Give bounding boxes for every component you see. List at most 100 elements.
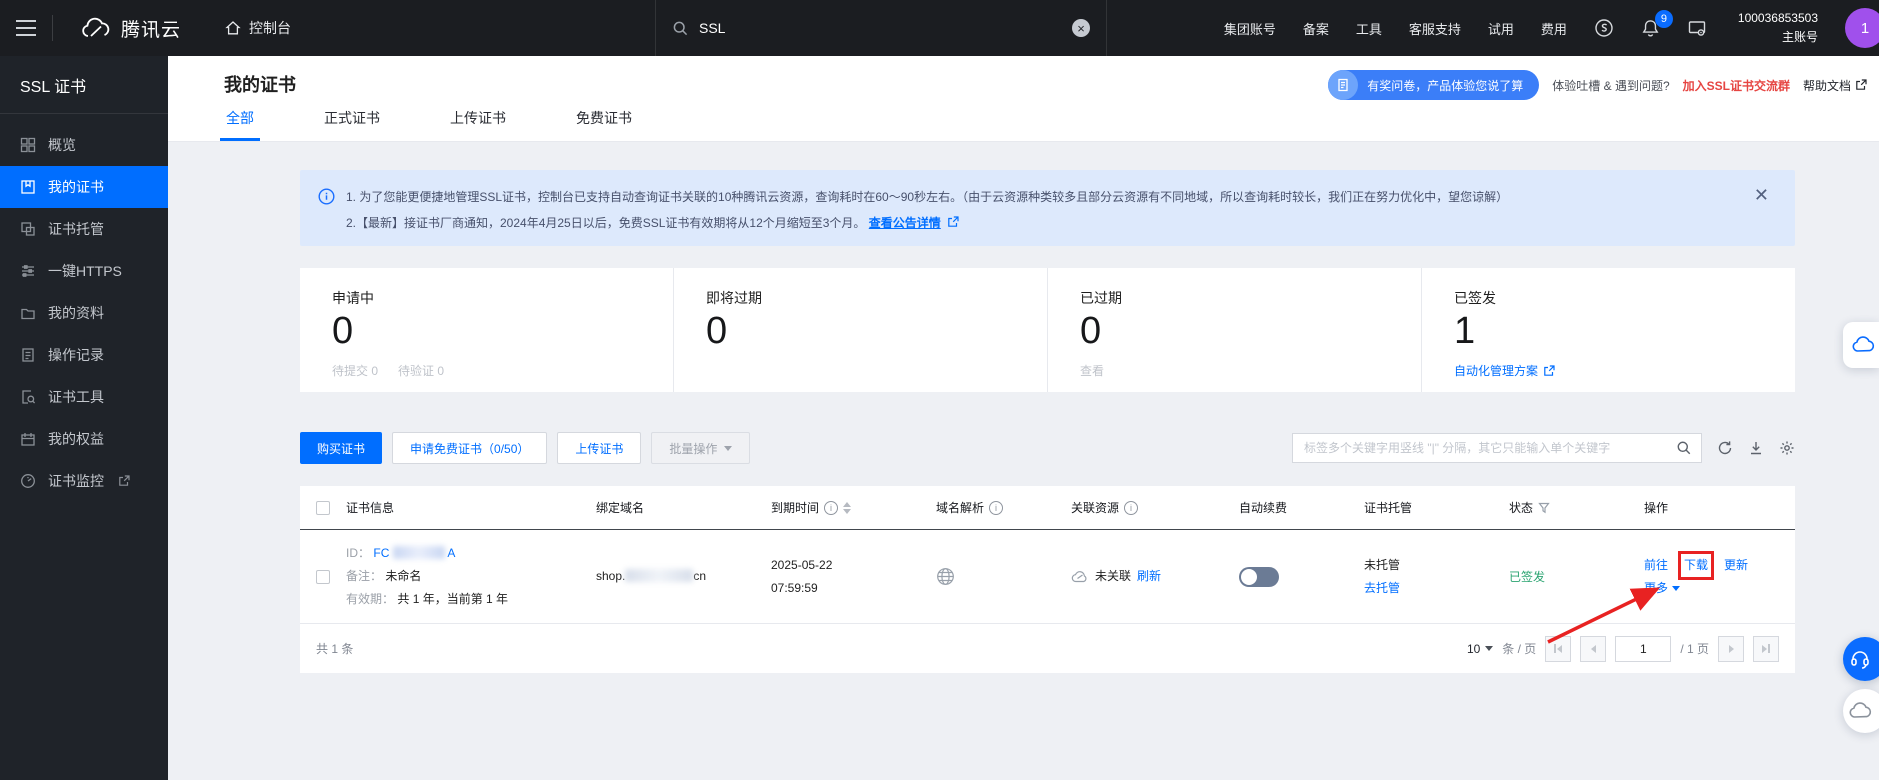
column-settings-icon[interactable]	[1779, 440, 1795, 456]
first-page-button[interactable]	[1545, 636, 1571, 662]
console-link[interactable]: 控制台	[225, 18, 291, 38]
pending-verify-count: 待验证 0	[398, 362, 444, 379]
upload-cert-button[interactable]: 上传证书	[557, 432, 641, 464]
account-info[interactable]: 100036853503 主账号	[1738, 9, 1818, 47]
overview-icon	[20, 137, 36, 153]
search-icon[interactable]	[1676, 440, 1692, 456]
batch-operation-button[interactable]: 批量操作	[651, 432, 750, 464]
column-cert-info: 证书信息	[346, 499, 596, 516]
info-icon[interactable]: i	[1124, 501, 1138, 515]
sidebar-item-label: 证书托管	[48, 219, 104, 239]
prev-page-button[interactable]	[1580, 636, 1606, 662]
cert-id: ID： FC A	[346, 542, 596, 565]
stat-cards: 申请中 0 待提交 0 待验证 0 即将过期 0 已过期 0 查看	[300, 268, 1795, 392]
more-dropdown[interactable]: 更多	[1644, 577, 1680, 600]
notifications-bell-icon[interactable]: 9	[1641, 19, 1660, 38]
topbar-item-billing[interactable]: 费用	[1541, 19, 1567, 38]
auto-renew-toggle[interactable]	[1239, 567, 1279, 587]
sidebar-item-my-benefits[interactable]: 我的权益	[0, 418, 168, 460]
tencent-cloud-logo[interactable]: 腾讯云	[81, 15, 181, 42]
page-number-input[interactable]	[1615, 636, 1671, 662]
info-icon[interactable]: i	[824, 501, 838, 515]
menu-toggle-icon[interactable]	[0, 0, 52, 56]
join-group-link[interactable]: 加入SSL证书交流群	[1683, 77, 1790, 94]
sidebar-item-operation-log[interactable]: 操作记录	[0, 334, 168, 376]
dns-cell	[936, 542, 1071, 611]
tab-uploaded-certs[interactable]: 上传证书	[448, 108, 508, 141]
topbar-item-group-account[interactable]: 集团账号	[1224, 19, 1276, 38]
cert-id-suffix[interactable]: A	[447, 546, 455, 560]
status-badge: 已签发	[1509, 568, 1644, 585]
last-page-button[interactable]	[1753, 636, 1779, 662]
cloud-assistant-widget[interactable]	[1843, 689, 1879, 733]
buy-cert-button[interactable]: 购买证书	[300, 432, 382, 464]
hosting-cell: 未托管 去托管	[1364, 542, 1509, 611]
feedback-text: 体验吐槽 & 遇到问题?	[1552, 77, 1669, 94]
global-search-input[interactable]	[699, 20, 1072, 36]
download-link[interactable]: 下载	[1684, 554, 1708, 577]
page-size-select[interactable]: 10	[1467, 642, 1493, 656]
automation-plan-link[interactable]: 自动化管理方案	[1454, 362, 1555, 379]
external-link-icon	[1855, 79, 1867, 91]
service-circle-icon[interactable]	[1594, 18, 1614, 38]
row-checkbox[interactable]	[316, 570, 330, 584]
topbar-item-tools[interactable]: 工具	[1356, 19, 1382, 38]
sidebar-item-my-profile[interactable]: 我的资料	[0, 292, 168, 334]
topbar-item-support[interactable]: 客服支持	[1409, 19, 1461, 38]
close-icon[interactable]: ✕	[1754, 186, 1769, 204]
sidebar-item-one-click-https[interactable]: 一键HTTPS	[0, 250, 168, 292]
sidebar-item-label: 我的资料	[48, 303, 104, 323]
sidebar-item-my-certificates[interactable]: 我的证书	[0, 166, 168, 208]
cert-validity: 有效期： 共 1 年，当前第 1 年	[346, 588, 596, 611]
cert-validity-value: 共 1 年，当前第 1 年	[397, 592, 508, 606]
table-search-input[interactable]	[1304, 441, 1676, 455]
page-header: 我的证书 有奖问卷，产品体验您说了算 体验吐槽 & 遇到问题? 加入SSL证书交…	[168, 56, 1879, 142]
sidebar: SSL 证书 概览 我的证书	[0, 56, 168, 780]
benefits-icon	[20, 431, 36, 447]
table-search-box	[1292, 433, 1702, 463]
sidebar-item-overview[interactable]: 概览	[0, 124, 168, 166]
topbar-item-trial[interactable]: 试用	[1488, 19, 1514, 38]
total-count: 共 1 条	[316, 640, 353, 657]
console-manage-icon[interactable]	[1687, 18, 1707, 38]
survey-button[interactable]: 有奖问卷，产品体验您说了算	[1328, 70, 1539, 100]
update-link[interactable]: 更新	[1724, 554, 1748, 577]
globe-icon[interactable]	[936, 567, 1071, 586]
customer-service-widget[interactable]	[1843, 637, 1879, 681]
clear-search-icon[interactable]: ×	[1072, 19, 1090, 37]
announcement-link[interactable]: 查看公告详情	[869, 216, 941, 230]
apply-free-cert-button[interactable]: 申请免费证书（0/50）	[392, 432, 547, 464]
hosting-action-link[interactable]: 去托管	[1364, 577, 1509, 600]
tab-all[interactable]: 全部	[224, 108, 256, 141]
info-icon[interactable]: i	[989, 501, 1003, 515]
sidebar-item-cert-tools[interactable]: 证书工具	[0, 376, 168, 418]
resource-refresh-link[interactable]: 刷新	[1137, 565, 1161, 588]
sidebar-item-label: 证书监控	[48, 471, 104, 491]
feedback-widget[interactable]	[1843, 322, 1879, 368]
bound-domain-cell: shop.cn	[596, 542, 771, 611]
help-doc-link[interactable]: 帮助文档	[1803, 77, 1867, 94]
avatar[interactable]: 1	[1845, 8, 1879, 48]
toolbar: 购买证书 申请免费证书（0/50） 上传证书 批量操作	[300, 432, 1795, 464]
notice-line-2: 2.【最新】接证书厂商通知，2024年4月25日以后，免费SSL证书有效期将从1…	[346, 210, 1508, 236]
sort-icon[interactable]	[843, 502, 851, 514]
download-icon[interactable]	[1748, 440, 1764, 456]
per-page-label: 条 / 页	[1502, 640, 1536, 657]
survey-doc-icon	[1328, 70, 1358, 100]
topbar-divider	[52, 15, 53, 41]
sidebar-item-hosting[interactable]: 证书托管	[0, 208, 168, 250]
view-expired-link[interactable]: 查看	[1080, 362, 1104, 379]
column-operations: 操作	[1644, 499, 1779, 516]
goto-link[interactable]: 前往	[1644, 554, 1668, 577]
tab-free-certs[interactable]: 免费证书	[574, 108, 634, 141]
filter-icon[interactable]	[1538, 502, 1550, 514]
stat-foot: 待提交 0 待验证 0	[332, 362, 444, 379]
topbar-item-icp[interactable]: 备案	[1303, 19, 1329, 38]
select-all-checkbox[interactable]	[316, 501, 330, 515]
refresh-icon[interactable]	[1717, 440, 1733, 456]
notice-banner: 1. 为了您能更便捷地管理SSL证书，控制台已支持自动查询证书关联的10种腾讯云…	[300, 170, 1795, 246]
tab-paid-certs[interactable]: 正式证书	[322, 108, 382, 141]
next-page-button[interactable]	[1718, 636, 1744, 662]
cert-id-prefix[interactable]: FC	[373, 546, 389, 560]
sidebar-item-cert-monitor[interactable]: 证书监控	[0, 460, 168, 502]
